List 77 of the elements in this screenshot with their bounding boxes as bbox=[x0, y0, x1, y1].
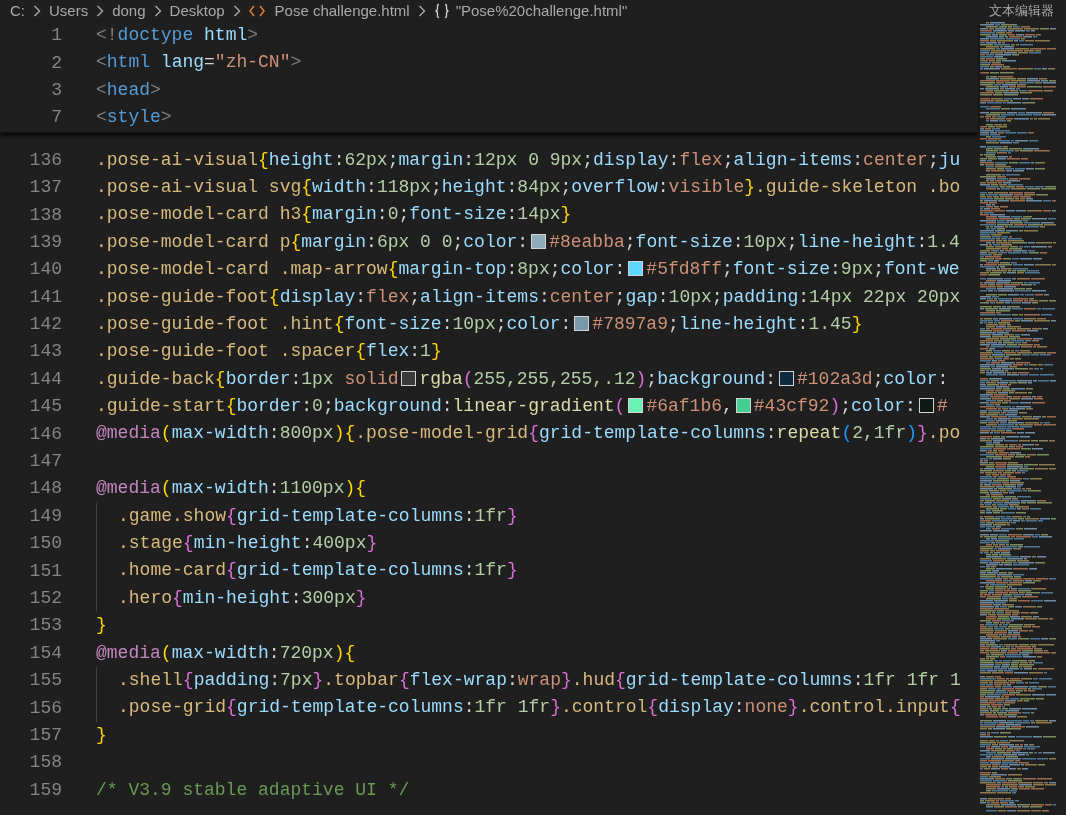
code-line: .pose-ai-visual{height:62px;margin:12px 0 9px;display:flex;align-items:center;ju bbox=[96, 148, 961, 172]
line-number: 152 bbox=[28, 587, 62, 610]
code-line: .home-card{grid-template-columns:1fr} bbox=[118, 559, 518, 583]
chevron-right-icon bbox=[33, 5, 41, 17]
color-swatch[interactable] bbox=[779, 370, 794, 386]
code-line: /* V3.9 stable adaptive UI */ bbox=[96, 778, 410, 802]
line-number: 148 bbox=[28, 477, 62, 501]
breadcrumb-item[interactable]: "Pose%20challenge.html" bbox=[455, 0, 628, 23]
line-number: 156 bbox=[28, 696, 62, 720]
code-line: .pose-model-card h3{margin:0;font-size:14px} bbox=[96, 203, 572, 227]
breadcrumb-item[interactable]: dong bbox=[112, 0, 146, 23]
code-line: .pose-grid{grid-template-columns:1fr 1fr}.control{display:none}.control.input{ bbox=[118, 696, 961, 720]
code-line: <html lang="zh-CN"> bbox=[96, 51, 302, 75]
color-swatch[interactable] bbox=[735, 398, 751, 414]
code-line: @media(max-width:720px){ bbox=[96, 641, 356, 665]
line-number: 155 bbox=[28, 669, 62, 693]
code-line: <!doctype html> bbox=[96, 24, 259, 47]
line-number: 158 bbox=[28, 751, 62, 775]
line-number: 147 bbox=[28, 450, 62, 474]
code-line: .pose-guide-foot .hint{font-size:10px;color: #7897a9;line-height:1.45} bbox=[96, 312, 863, 336]
code-line: .pose-guide-foot .spacer{flex:1} bbox=[96, 340, 442, 364]
color-swatch[interactable] bbox=[401, 370, 417, 386]
curly-braces-icon bbox=[433, 3, 450, 19]
line-number: 1 bbox=[50, 24, 62, 48]
minimap-drawing[interactable] bbox=[978, 22, 1058, 814]
color-swatch[interactable] bbox=[628, 398, 644, 414]
line-number: 139 bbox=[28, 230, 62, 254]
code-line: } bbox=[96, 614, 107, 638]
code-line: @media(max-width:1100px){ bbox=[96, 477, 367, 501]
code-line: .pose-guide-foot{display:flex;align-items:center;gap:10px;padding:14px 22px 20px bbox=[96, 285, 961, 309]
color-swatch[interactable] bbox=[628, 261, 644, 277]
breadcrumb-item[interactable]: C: bbox=[10, 0, 25, 23]
chevron-right-icon bbox=[153, 5, 162, 17]
color-swatch[interactable] bbox=[574, 315, 590, 331]
line-number: 144 bbox=[28, 367, 62, 391]
code-line: .hero{min-height:300px} bbox=[118, 586, 367, 610]
line-number: 141 bbox=[28, 285, 62, 309]
code-brackets-icon bbox=[248, 5, 265, 17]
line-number: 159 bbox=[28, 778, 62, 802]
breadcrumb-item[interactable]: Pose challenge.html bbox=[274, 0, 410, 23]
line-number: 140 bbox=[28, 258, 62, 282]
code-line: @media(max-width:800px){.pose-model-grid{grid-template-columns:repeat(2,1fr)}.po bbox=[96, 422, 961, 446]
code-line: .pose-ai-visual svg{width:118px;height:84px;overflow:visible}.guide-skeleton .bo bbox=[96, 175, 961, 199]
code-line: .pose-model-card p{margin:6px 0 0;color: #8eabba;font-size:10px;line-height:1.4 bbox=[96, 230, 960, 254]
line-number: 7 bbox=[50, 106, 62, 130]
chevron-right-icon bbox=[232, 5, 241, 17]
code-line: .game.show{grid-template-columns:1fr} bbox=[118, 504, 518, 528]
chevron-right-icon bbox=[417, 5, 426, 17]
code-line: .guide-start{border:0;background:linear-gradient( #6af1b6, #43cf92);color: # bbox=[96, 395, 948, 419]
line-number: 3 bbox=[50, 78, 62, 102]
code-line: } bbox=[96, 723, 107, 747]
line-number: 154 bbox=[28, 641, 62, 665]
breadcrumb-item[interactable]: Desktop bbox=[169, 0, 225, 23]
line-number: 136 bbox=[28, 148, 62, 172]
line-number: 145 bbox=[28, 395, 62, 419]
line-number: 157 bbox=[28, 723, 62, 747]
color-swatch[interactable] bbox=[531, 233, 547, 249]
code-line: .stage{min-height:400px} bbox=[118, 532, 378, 556]
line-number: 137 bbox=[28, 176, 62, 200]
line-number: 149 bbox=[28, 504, 62, 528]
line-number: 153 bbox=[28, 614, 62, 638]
line-number: 150 bbox=[28, 532, 62, 556]
code-line: <head> bbox=[96, 78, 161, 102]
line-number: 142 bbox=[28, 313, 62, 337]
line-number: 138 bbox=[28, 203, 62, 227]
code-line: .guide-back{border:1px solid rgba(255,255,255,.12);background: #102a3d;color: bbox=[96, 367, 949, 391]
line-number: 151 bbox=[28, 559, 62, 583]
chevron-right-icon bbox=[96, 5, 105, 17]
line-number: 143 bbox=[28, 340, 62, 364]
code-line: <style> bbox=[96, 106, 172, 130]
code-line: .pose-model-card .map-arrow{margin-top:8px;color: #5fd8ff;font-size:9px;font-we bbox=[96, 258, 960, 282]
line-number: 146 bbox=[28, 422, 62, 446]
color-swatch[interactable] bbox=[918, 398, 934, 414]
minimap-label: 文本编辑器 bbox=[989, 2, 1055, 21]
breadcrumb-item[interactable]: Users bbox=[49, 0, 89, 23]
line-number: 2 bbox=[50, 51, 62, 75]
code-line: .shell{padding:7px}.topbar{flex-wrap:wrap}.hud{grid-template-columns:1fr 1fr 1 bbox=[118, 669, 961, 692]
